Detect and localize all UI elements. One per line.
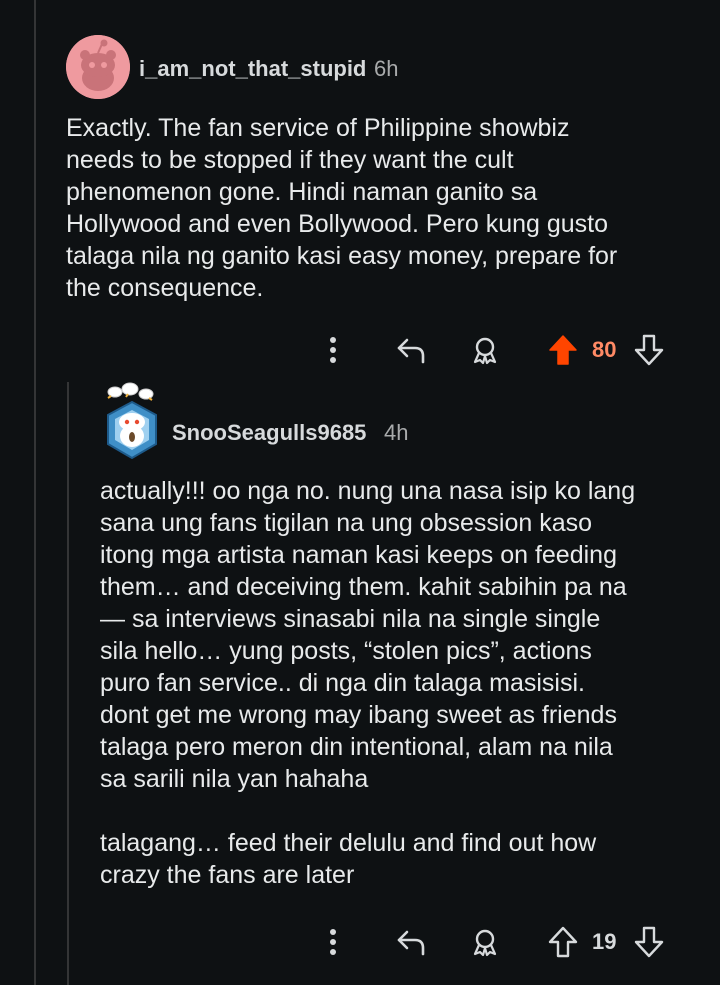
comment-username[interactable]: i_am_not_that_stupid	[139, 56, 366, 82]
award-icon	[473, 929, 497, 957]
upvote-button[interactable]	[546, 330, 580, 370]
user-avatar[interactable]	[103, 382, 161, 460]
thread-line-inner[interactable]	[67, 382, 69, 985]
snoo-seagull-icon	[107, 382, 157, 460]
thread-line-outer[interactable]	[34, 0, 36, 985]
upvote-arrow-icon	[548, 926, 578, 958]
comment-action-bar: 80	[310, 330, 690, 370]
reply-button[interactable]	[393, 922, 429, 962]
comment-body: actually!!! oo nga no. nung una nasa isi…	[100, 477, 636, 889]
more-options-button[interactable]	[318, 922, 348, 962]
previous-action-bar-remnant	[320, 0, 680, 4]
upvote-button[interactable]	[546, 922, 580, 962]
comment-timestamp: 6h	[374, 56, 399, 81]
comment-body: Exactly. The fan service of Philippine s…	[66, 114, 618, 302]
reply-button[interactable]	[393, 330, 429, 370]
award-icon	[473, 337, 497, 365]
award-button[interactable]	[467, 922, 503, 962]
downvote-arrow-icon	[634, 334, 664, 366]
vote-count: 80	[592, 337, 617, 362]
downvote-button[interactable]	[632, 330, 666, 370]
comment-action-bar: 19	[310, 922, 690, 962]
reply-icon	[397, 930, 425, 956]
reddit-snoo-icon	[66, 35, 130, 99]
downvote-button[interactable]	[632, 922, 666, 962]
upvote-arrow-icon	[549, 335, 577, 365]
more-vertical-icon	[330, 929, 336, 955]
award-button[interactable]	[467, 330, 503, 370]
reply-icon	[397, 338, 425, 364]
comment-username[interactable]: SnooSeagulls9685	[172, 420, 366, 446]
more-options-button[interactable]	[318, 330, 348, 370]
more-vertical-icon	[330, 337, 336, 363]
downvote-arrow-icon	[634, 926, 664, 958]
vote-count: 19	[592, 929, 617, 954]
comment-timestamp: 4h	[384, 420, 409, 445]
user-avatar[interactable]	[66, 35, 130, 99]
